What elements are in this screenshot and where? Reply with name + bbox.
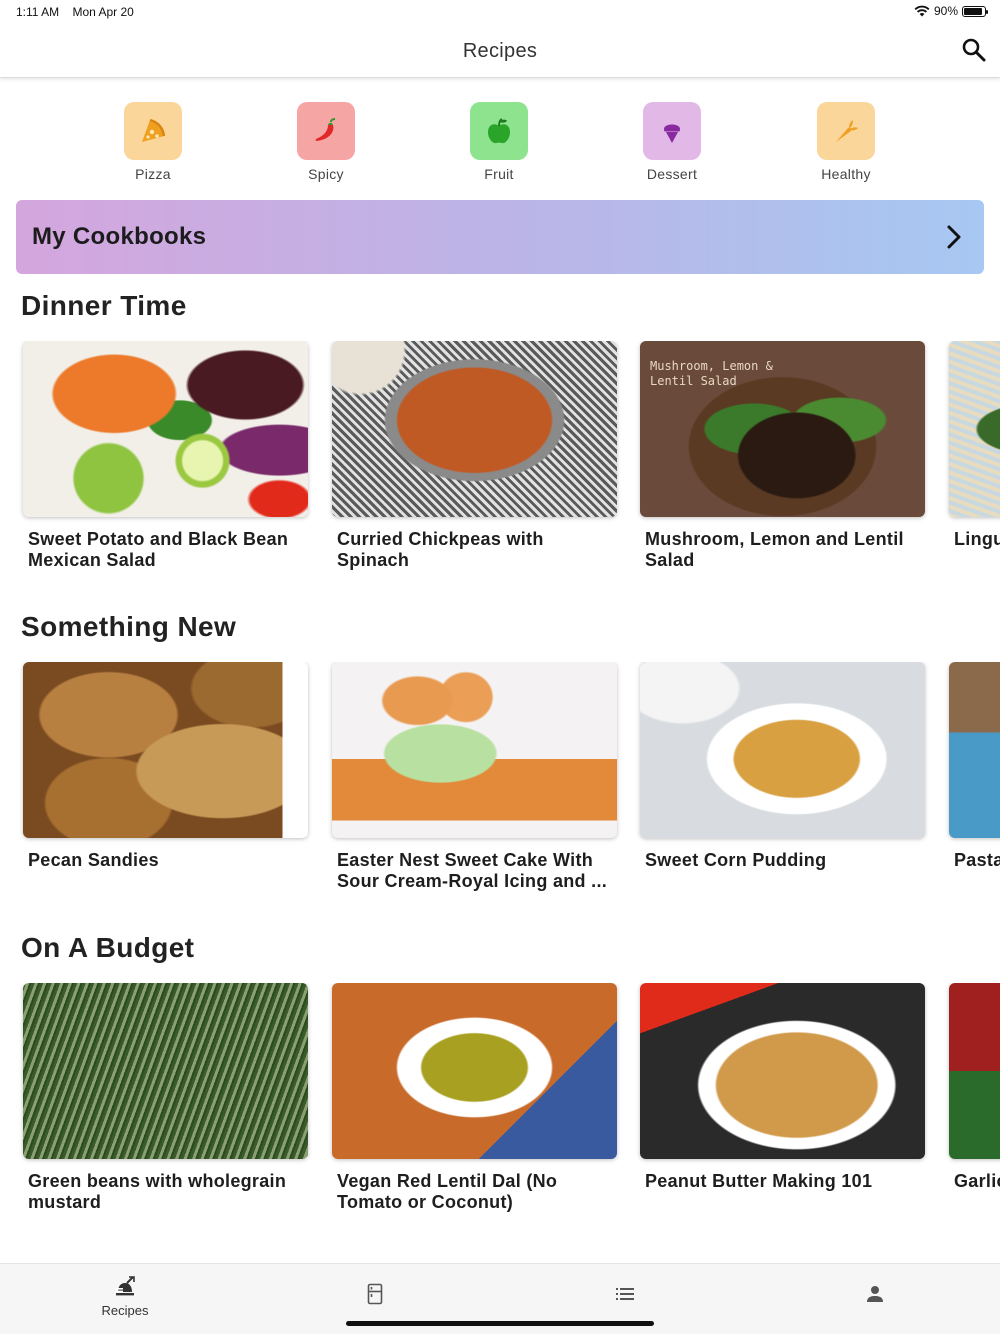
recipe-image: Mushroom, Lemon & Lentil Salad (640, 341, 925, 517)
category-label: Dessert (646, 166, 698, 182)
tab-profile[interactable] (750, 1264, 1000, 1324)
recipe-card[interactable]: Pecan Sandies (23, 662, 308, 871)
recipe-image (23, 662, 308, 838)
recipe-image (640, 662, 925, 838)
chevron-right-icon (947, 225, 961, 249)
recipe-image (949, 983, 1000, 1159)
my-cookbooks-label: My Cookbooks (32, 223, 207, 250)
status-time: 1:11 AM (16, 5, 60, 19)
recipe-title: Pecan Sandies (28, 850, 159, 870)
tab-recipes[interactable]: Recipes (0, 1264, 250, 1324)
battery-percent: 90% (933, 4, 958, 18)
recipe-image (23, 983, 308, 1159)
tab-label: Recipes (101, 1303, 149, 1318)
apple-icon (488, 118, 510, 144)
category-pizza[interactable]: Pizza (98, 102, 208, 182)
my-cookbooks-banner[interactable]: My Cookbooks (16, 200, 984, 274)
category-spicy[interactable]: Spicy (271, 102, 381, 182)
category-tile (643, 102, 701, 160)
recipe-title: Green beans with wholegrain mustard (28, 1171, 287, 1212)
recipe-image (949, 662, 1000, 838)
recipe-image-caption: Mushroom, Lemon & Lentil Salad (650, 359, 773, 388)
fridge-icon (367, 1283, 383, 1305)
recipe-image (332, 662, 617, 838)
recipe-image (332, 341, 617, 517)
pizza-icon (142, 118, 166, 142)
recipe-row-dinner-time: Sweet Potato and Black Bean Mexican Sala… (0, 341, 1000, 591)
ice-cream-icon (664, 124, 680, 143)
category-label: Pizza (135, 166, 171, 182)
search-icon (962, 38, 986, 62)
tab-list[interactable] (500, 1264, 750, 1324)
status-right: 90% (914, 4, 988, 18)
recipe-card[interactable]: Sweet Potato and Black Bean Mexican Sala… (23, 341, 308, 571)
recipe-title: Linguine with White (954, 529, 1000, 549)
status-bar: 1:11 AM Mon Apr 20 90% (0, 0, 1000, 24)
category-dessert[interactable]: Dessert (617, 102, 727, 182)
recipe-card[interactable]: Mushroom, Lemon & Lentil Salad Mushroom, … (640, 341, 925, 571)
category-healthy[interactable]: Healthy (791, 102, 901, 182)
search-button[interactable] (960, 36, 988, 64)
category-tile (470, 102, 528, 160)
category-list: Pizza Spicy Fruit Dessert Healthy (0, 102, 1000, 186)
category-tile (124, 102, 182, 160)
recipe-title: Pasta Lemon (954, 850, 1000, 870)
recipe-image (640, 983, 925, 1159)
recipe-card[interactable]: Curried Chickpeas with Spinach (332, 341, 617, 571)
recipe-title: Peanut Butter Making 101 (645, 1171, 873, 1191)
page-title: Recipes (462, 40, 538, 62)
recipe-title: Vegan Red Lentil Dal (No Tomato or Cocon… (337, 1171, 558, 1212)
battery-icon (962, 5, 988, 17)
category-label: Healthy (821, 166, 871, 182)
list-icon (616, 1288, 634, 1300)
recipe-title: Sweet Potato and Black Bean Mexican Sala… (28, 529, 289, 570)
category-fruit[interactable]: Fruit (444, 102, 554, 182)
status-left: 1:11 AM Mon Apr 20 (16, 5, 144, 19)
category-tile (297, 102, 355, 160)
recipe-card[interactable]: Vegan Red Lentil Dal (No Tomato or Cocon… (332, 983, 617, 1213)
section-title-dinner-time: Dinner Time (21, 290, 187, 321)
recipe-card[interactable]: Green beans with wholegrain mustard (23, 983, 308, 1213)
home-indicator (346, 1321, 654, 1326)
tab-fridge[interactable] (250, 1264, 500, 1324)
section-title-on-a-budget: On A Budget (21, 932, 195, 963)
category-label: Spicy (308, 166, 344, 182)
category-label: Fruit (484, 166, 514, 182)
chef-hat-icon (115, 1276, 135, 1296)
chili-pepper-icon (315, 118, 336, 141)
recipe-title: Curried Chickpeas with Spinach (337, 529, 544, 570)
recipe-card[interactable]: Sweet Corn Pudding (640, 662, 925, 871)
nav-bar: Recipes (0, 24, 1000, 78)
recipe-card[interactable]: Easter Nest Sweet Cake With Sour Cream-R… (332, 662, 617, 892)
recipe-row-something-new: Pecan Sandies Easter Nest Sweet Cake Wit… (0, 662, 1000, 912)
recipe-image (332, 983, 617, 1159)
recipe-image (23, 341, 308, 517)
recipe-image (949, 341, 1000, 517)
recipe-title: Garlic (954, 1171, 1000, 1191)
recipe-title: Easter Nest Sweet Cake With Sour Cream-R… (337, 850, 608, 891)
section-title-something-new: Something New (21, 611, 237, 642)
category-tile (817, 102, 875, 160)
recipe-card[interactable]: Linguine with White (949, 341, 1000, 550)
person-icon (867, 1286, 883, 1302)
recipe-card[interactable]: Pasta Lemon (949, 662, 1000, 871)
recipe-row-on-a-budget: Green beans with wholegrain mustard Vega… (0, 983, 1000, 1233)
status-date: Mon Apr 20 (72, 5, 134, 19)
carrot-icon (836, 120, 858, 142)
recipe-card[interactable]: Garlic (949, 983, 1000, 1192)
recipe-title: Mushroom, Lemon and Lentil Salad (645, 529, 904, 570)
recipe-card[interactable]: Peanut Butter Making 101 (640, 983, 925, 1192)
recipe-title: Sweet Corn Pudding (645, 850, 827, 870)
wifi-icon (914, 5, 930, 17)
